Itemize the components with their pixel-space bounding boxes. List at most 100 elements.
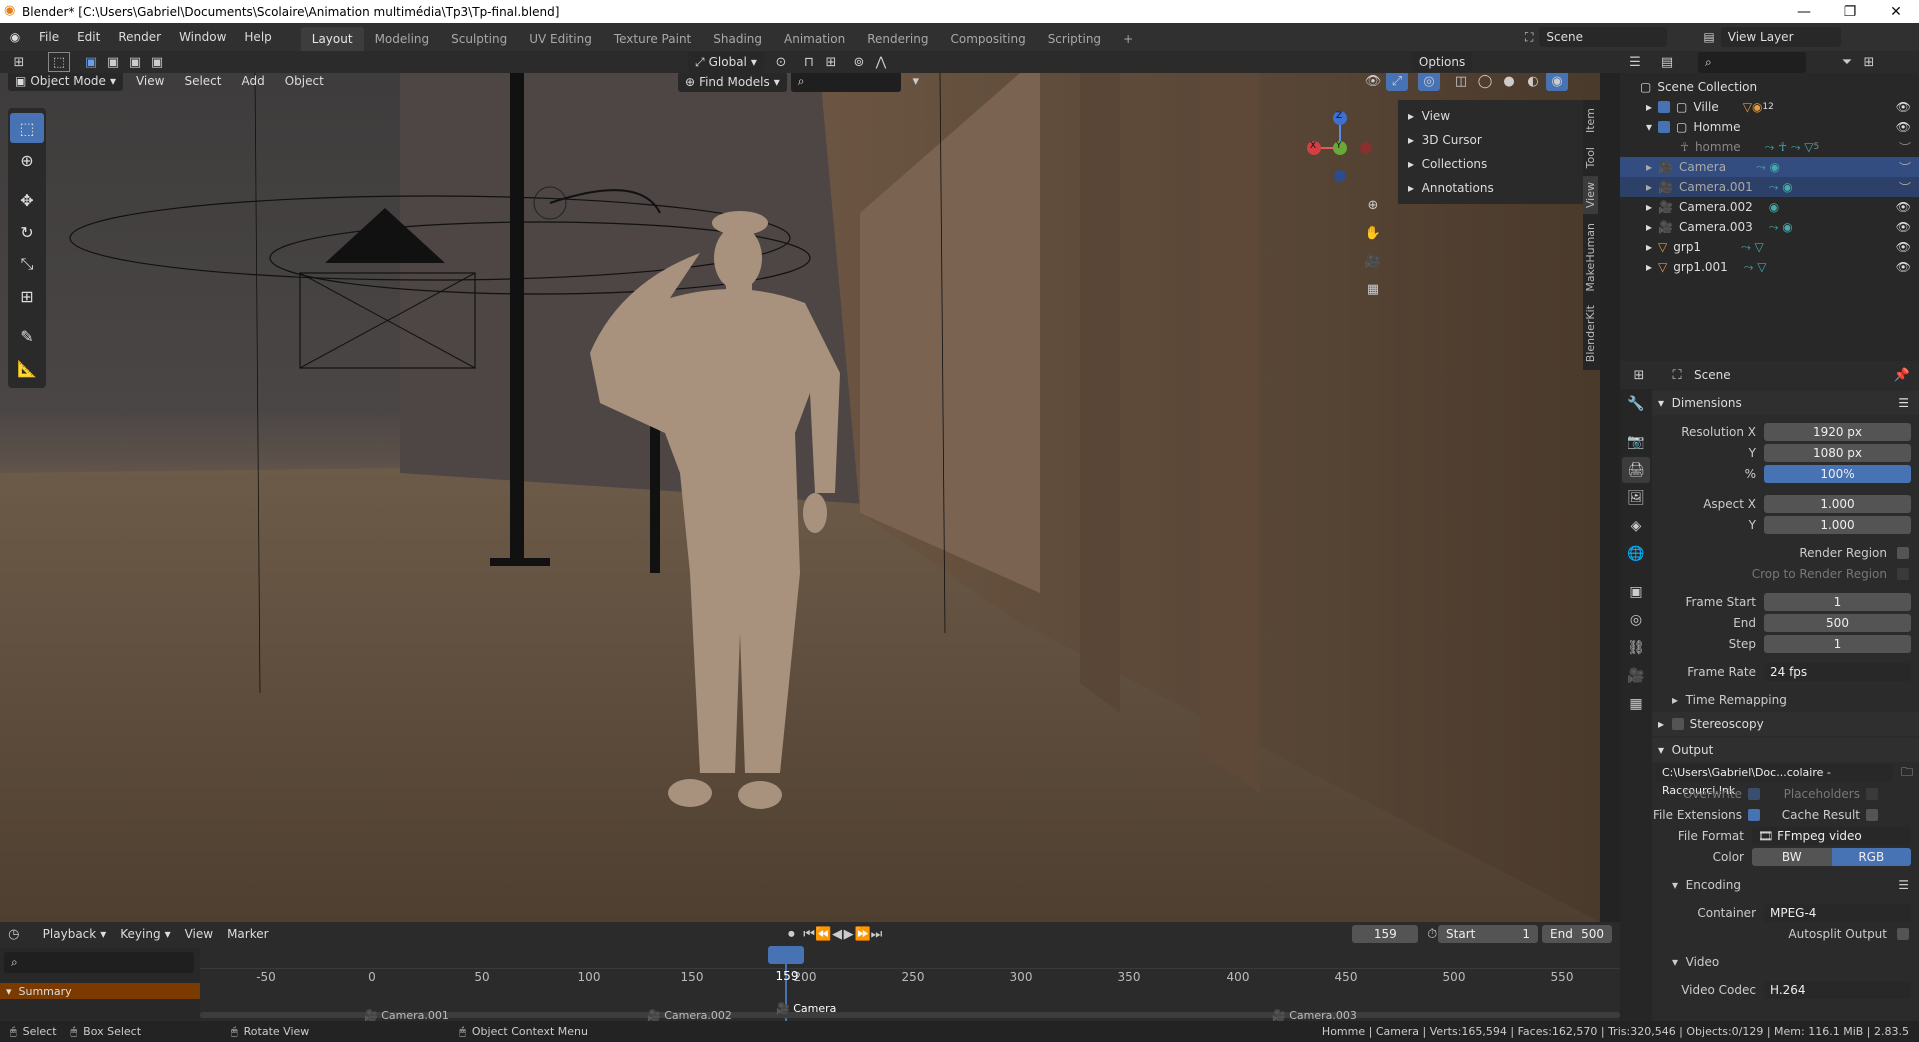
output-tab-icon[interactable]: 🖨 [1622,457,1650,483]
presets-icon[interactable]: ☰ [1898,878,1909,892]
transform-orientation-dropdown[interactable]: ⤢ Global ▾ [688,51,764,73]
scene-selector[interactable]: Scene [1539,27,1668,47]
outliner-row-camera-003[interactable]: ▸ 🎥 Camera.003 ⤳ ◉ 👁 [1620,217,1919,237]
output-path-field[interactable]: C:\Users\Gabriel\Doc...colaire - Raccour… [1656,764,1893,797]
tab-shading[interactable]: Shading [702,27,773,51]
play-icon[interactable]: ▶ [843,924,855,944]
placeholders-checkbox[interactable] [1866,788,1878,800]
render-tab-icon[interactable]: 📷 [1622,429,1650,455]
resolution-x-field[interactable]: 1920 px [1764,423,1911,441]
rendered-shading-icon[interactable]: ◉ [1546,73,1568,91]
annotate-tool-icon[interactable]: ✎ [10,321,44,351]
display-mode-icon[interactable]: ▤ [1656,52,1678,72]
play-reverse-icon[interactable]: ◀ [831,924,843,944]
options-button[interactable]: Options [1411,52,1473,72]
tab-makehuman[interactable]: MakeHuman [1583,217,1598,298]
menu-timeline-view[interactable]: View [178,924,220,944]
zoom-icon[interactable]: ⊕ [1362,195,1384,215]
outliner-row-homme-object[interactable]: ☥ homme ⤳ ☥ ⤳ ▽ 5 ︶ [1620,137,1919,157]
constraints-tab-icon[interactable]: ⛓ [1622,635,1650,661]
jump-start-icon[interactable]: ⏮ [803,924,815,944]
proportional-edit-icon[interactable]: ⊚ [848,52,870,72]
data-tab-icon[interactable]: 🎥 [1622,663,1650,689]
blender-menu-icon[interactable]: ◉ [0,30,30,44]
video-codec-dropdown[interactable]: H.264 [1764,981,1911,999]
search-options-icon[interactable]: ▾ [905,73,927,92]
start-frame-field[interactable]: Start 1 [1438,925,1539,943]
falloff-icon[interactable]: ⋀ [870,52,892,72]
properties-editor-icon[interactable]: ⊞ [1628,365,1650,385]
resolution-y-field[interactable]: 1080 px [1764,444,1911,462]
select-extend-icon[interactable]: ▣ [102,52,124,72]
menu-add[interactable]: Add [234,73,271,91]
eye-icon[interactable]: 👁 [1896,120,1911,134]
file-format-dropdown[interactable]: 🎞 FFmpeg video [1752,827,1911,845]
select-new-icon[interactable]: ▣ [80,52,102,72]
folder-icon[interactable]: 🗀 [1901,763,1913,784]
dimensions-panel-header[interactable]: ▾ Dimensions ☰ [1652,391,1919,415]
jump-end-icon[interactable]: ⏭ [871,924,883,944]
npanel-collections[interactable]: ▸ Collections [1398,152,1583,176]
menu-select[interactable]: Select [177,73,228,91]
pan-hand-icon[interactable]: ✋ [1362,223,1384,243]
find-models-dropdown[interactable]: ⊕ Find Models ▾ [678,73,787,92]
maximize-button[interactable]: ❐ [1827,4,1873,20]
frame-start-field[interactable]: 1 [1764,593,1911,611]
outliner-row-homme[interactable]: ▾ ▢ Homme 👁 [1620,117,1919,137]
eye-icon[interactable]: 👁 [1896,100,1911,114]
menu-window[interactable]: Window [170,30,235,44]
outliner-row-ville[interactable]: ▸ ▢ Ville ▽◉ 12 👁 [1620,97,1919,117]
record-icon[interactable]: ⏺ [786,924,798,944]
outliner-editor-icon[interactable]: ☰ [1624,52,1646,72]
tab-animation[interactable]: Animation [773,27,856,51]
view-layer-tab-icon[interactable]: 🖼 [1622,485,1650,511]
minimize-button[interactable]: — [1781,4,1827,20]
pin-icon[interactable]: 📌 [1891,365,1913,385]
eye-icon[interactable]: 👁 [1896,220,1911,234]
outliner-row-grp1-001[interactable]: ▸ ▽ grp1.001 ⤳ ▽ 👁 [1620,257,1919,277]
menu-marker[interactable]: Marker [220,924,275,944]
menu-playback[interactable]: Playback ▾ [36,924,114,944]
object-tab-icon[interactable]: ▣ [1622,579,1650,605]
texture-tab-icon[interactable]: ▦ [1622,691,1650,717]
filter-icon[interactable]: ⏷ [1836,52,1858,72]
encoding-header[interactable]: ▾ Encoding ☰ [1652,875,1919,895]
menu-object[interactable]: Object [278,73,331,91]
resolution-pct-slider[interactable]: 100% [1764,465,1911,483]
tab-tool[interactable]: Tool [1583,141,1598,174]
gizmo-toggle-icon[interactable]: ⤢ [1386,73,1408,91]
frame-rate-dropdown[interactable]: 24 fps [1764,663,1911,681]
color-rgb-button[interactable]: RGB [1831,848,1911,866]
outliner-row-camera[interactable]: ▸ 🎥 Camera ⤳ ◉ ︶ [1620,157,1919,177]
overwrite-checkbox[interactable] [1748,788,1760,800]
frame-step-field[interactable]: 1 [1764,635,1911,653]
tab-rendering[interactable]: Rendering [856,27,939,51]
snap-target-icon[interactable]: ⊞ [820,52,842,72]
scene-collection-row[interactable]: ▢ Scene Collection [1620,77,1919,97]
select-box-tool-icon[interactable]: ⬚ [10,113,44,143]
outliner-row-camera-001[interactable]: ▸ 🎥 Camera.001 ⤳ ◉ ︶ [1620,177,1919,197]
outliner-row-camera-002[interactable]: ▸ 🎥 Camera.002 ◉ 👁 [1620,197,1919,217]
grid-perspective-icon[interactable]: ▦ [1362,279,1384,299]
tab-modeling[interactable]: Modeling [364,27,441,51]
select-intersect-icon[interactable]: ▣ [146,52,168,72]
tab-sculpting[interactable]: Sculpting [440,27,518,51]
color-bw-button[interactable]: BW [1752,848,1832,866]
tool-tab-icon[interactable]: 🔧 [1622,391,1650,417]
select-mode-icon[interactable]: ⬚ [48,52,70,72]
output-panel-header[interactable]: ▾ Output [1652,738,1919,762]
time-remapping-header[interactable]: ▸ Time Remapping [1652,690,1919,710]
stereoscopy-panel-header[interactable]: ▸ Stereoscopy [1652,712,1919,736]
menu-view[interactable]: View [129,73,171,91]
tab-compositing[interactable]: Compositing [939,27,1036,51]
eye-icon[interactable]: 👁 [1896,240,1911,254]
select-subtract-icon[interactable]: ▣ [124,52,146,72]
ville-checkbox[interactable] [1658,101,1671,113]
editor-type-icon[interactable]: ⊞ [8,52,30,72]
tab-view[interactable]: View [1583,176,1598,215]
view-layer-selector[interactable]: View Layer [1720,27,1841,47]
npanel-3d-cursor[interactable]: ▸ 3D Cursor [1398,128,1583,152]
eye-hidden-icon[interactable]: ︶ [1899,179,1911,196]
aspect-y-field[interactable]: 1.000 [1764,516,1911,534]
eye-hidden-icon[interactable]: ︶ [1899,139,1911,156]
